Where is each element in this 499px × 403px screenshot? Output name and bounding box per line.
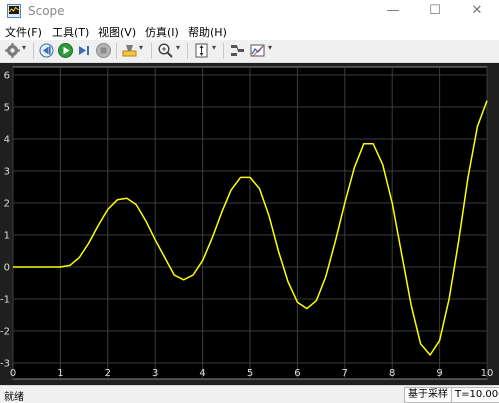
time-indicator: T=10.000 (451, 387, 499, 403)
y-tick-label: 3 (4, 167, 10, 178)
title-bar: Scope — ☐ ✕ (0, 0, 499, 22)
settings-icon[interactable] (4, 42, 21, 59)
zoom-icon[interactable] (157, 42, 174, 59)
toolbar-separator (223, 43, 224, 59)
y-tick-label: 1 (4, 231, 10, 242)
autoscale-icon[interactable] (193, 42, 210, 59)
x-tick-label: 6 (294, 368, 300, 379)
status-text: 就绪 (4, 392, 24, 403)
menu-file[interactable]: 文件(F) (5, 24, 42, 40)
y-tick-label: 4 (4, 135, 10, 146)
toolbar-separator (116, 43, 117, 59)
menu-view[interactable]: 视图(V) (98, 24, 136, 40)
window-title: Scope (28, 4, 65, 18)
measurements-dropdown-icon[interactable]: ▾ (268, 43, 272, 52)
y-tick-label: -1 (0, 295, 10, 306)
run-icon[interactable] (57, 42, 74, 59)
toolbar: ▾ ▾ ▾ ▾ ▾ (0, 40, 499, 63)
scope-app-icon (7, 4, 21, 18)
maximize-button[interactable]: ☐ (420, 0, 450, 22)
zoom-dropdown-icon[interactable]: ▾ (176, 43, 180, 52)
back-icon[interactable] (38, 42, 55, 59)
y-tick-label: 2 (4, 199, 10, 210)
x-tick-label: 0 (10, 368, 16, 379)
scope-display: 0 1 2 3 4 5 6 7 8 9 10 -3 -2 -1 0 1 2 3 4 5 6 (0, 63, 499, 385)
x-tick-label: 4 (199, 368, 205, 379)
x-tick-label: 2 (105, 368, 111, 379)
y-tick-label: -3 (0, 359, 10, 370)
highlight-dropdown-icon[interactable]: ▾ (139, 43, 143, 52)
toolbar-separator (33, 43, 34, 59)
toolbar-separator (187, 43, 188, 59)
triggers-icon[interactable] (229, 42, 246, 59)
menu-help[interactable]: 帮助(H) (188, 24, 227, 40)
menu-tools[interactable]: 工具(T) (52, 24, 89, 40)
x-tick-label: 8 (389, 368, 395, 379)
step-forward-icon[interactable] (76, 42, 93, 59)
y-tick-label: -2 (0, 327, 10, 338)
menu-simulation[interactable]: 仿真(I) (145, 24, 179, 40)
x-tick-label: 10 (481, 368, 494, 379)
measurements-icon[interactable] (249, 42, 266, 59)
x-tick-label: 7 (342, 368, 348, 379)
x-tick-label: 9 (436, 368, 442, 379)
x-tick-label: 5 (247, 368, 253, 379)
minimize-button[interactable]: — (378, 0, 408, 22)
settings-dropdown-icon[interactable]: ▾ (22, 43, 26, 52)
sample-mode-indicator: 基于采样 (404, 387, 452, 403)
stop-icon[interactable] (95, 42, 112, 59)
y-tick-label: 6 (4, 71, 10, 82)
scope-plot[interactable]: 0 1 2 3 4 5 6 7 8 9 10 -3 -2 -1 0 1 2 3 4 5 6 (0, 63, 499, 385)
x-tick-label: 3 (152, 368, 158, 379)
y-tick-label: 5 (4, 103, 10, 114)
x-tick-label: 1 (57, 368, 63, 379)
autoscale-dropdown-icon[interactable]: ▾ (212, 43, 216, 52)
highlight-icon[interactable] (121, 42, 138, 59)
menu-bar: 文件(F) 工具(T) 视图(V) 仿真(I) 帮助(H) (0, 22, 499, 40)
y-tick-label: 0 (4, 263, 10, 274)
status-bar: 就绪 基于采样 T=10.000 (0, 385, 499, 403)
close-button[interactable]: ✕ (462, 0, 492, 22)
toolbar-separator (151, 43, 152, 59)
